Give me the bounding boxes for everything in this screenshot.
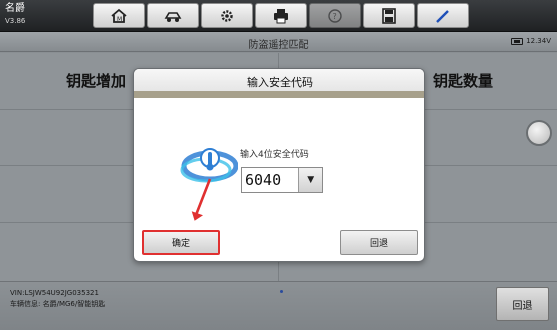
- vehicle-info-text: 车辆信息: 名爵/MG6/智能钥匙: [10, 300, 106, 308]
- key-count-label: 钥匙数量: [433, 72, 494, 90]
- printer-icon: [274, 8, 288, 23]
- app-version: V3.86: [5, 17, 26, 25]
- confirm-button[interactable]: 确定: [142, 230, 220, 255]
- key-add-label: 钥匙增加: [66, 72, 127, 90]
- chevron-down-icon: ▼: [307, 175, 315, 185]
- save-icon: [382, 7, 396, 24]
- gear-icon: [221, 9, 233, 22]
- help-icon: ?: [328, 8, 342, 23]
- dialog-back-button[interactable]: 回退: [340, 230, 418, 255]
- battery-icon: [511, 37, 524, 45]
- security-code-select[interactable]: 6040 ▼: [241, 167, 323, 193]
- vehicle-button[interactable]: [147, 3, 199, 28]
- app-name: 名爵: [5, 3, 25, 14]
- annotation-arrow-icon: [191, 178, 212, 221]
- svg-text:?: ?: [333, 12, 337, 21]
- home-icon: M: [111, 8, 127, 23]
- page-title: 防盗遥控匹配: [248, 40, 309, 51]
- help-button[interactable]: ?: [309, 3, 361, 28]
- footer-back-button[interactable]: 回退: [496, 287, 549, 321]
- top-toolbar: 名爵 V3.86 M ?: [0, 0, 557, 32]
- security-code-value[interactable]: 6040: [242, 168, 298, 192]
- security-code-dialog: 输入安全代码 输入4位安全代码 6040 ▼ 确定 回退: [133, 68, 425, 262]
- battery-voltage: 12.34V: [526, 37, 551, 45]
- status-footer: VIN:LSJW54U92JG035321 车辆信息: 名爵/MG6/智能钥匙: [0, 281, 557, 330]
- save-button[interactable]: [363, 3, 415, 28]
- key-count-radio[interactable]: [526, 120, 552, 146]
- print-button[interactable]: [255, 3, 307, 28]
- dialog-header: 输入安全代码: [134, 69, 424, 91]
- page-indicator: [280, 290, 283, 293]
- function-title-bar: 防盗遥控匹配 12.34V: [0, 32, 557, 52]
- edit-button[interactable]: [417, 3, 469, 28]
- dropdown-button[interactable]: ▼: [298, 168, 322, 192]
- dialog-header-bar: [134, 91, 424, 98]
- car-icon: [164, 11, 182, 22]
- pen-icon: [436, 9, 449, 23]
- home-button[interactable]: M: [93, 3, 145, 28]
- code-prompt: 输入4位安全代码: [240, 150, 309, 160]
- app-brand: 名爵 V3.86: [5, 3, 25, 27]
- battery-status: 12.34V: [511, 37, 551, 45]
- settings-button[interactable]: [201, 3, 253, 28]
- dialog-title: 输入安全代码: [247, 76, 313, 89]
- svg-text:M: M: [117, 16, 122, 23]
- vin-text: VIN:LSJW54U92JG035321: [10, 289, 99, 297]
